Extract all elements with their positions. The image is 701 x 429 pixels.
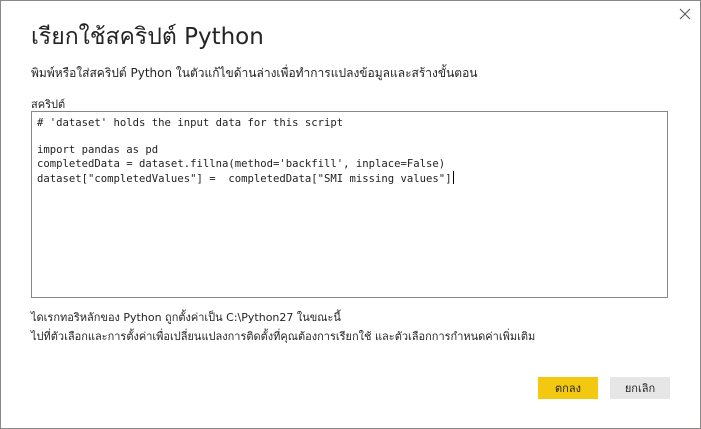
run-python-script-dialog: เรียกใช้สคริปต์ Python พิมพ์หรือใส่สคริป…: [0, 0, 701, 429]
code-line-import: import pandas as pd: [37, 144, 159, 156]
dialog-description: พิมพ์หรือใส่สคริปต์ Python ในตัวแก้ไขด้า…: [31, 66, 478, 80]
close-button[interactable]: [675, 4, 695, 24]
close-icon: [679, 8, 691, 20]
code-line-assign: dataset["completedValues"] = completedDa…: [37, 171, 662, 185]
dialog-title: เรียกใช้สคริปต์ Python: [31, 24, 264, 50]
code-line-fillna: completedData = dataset.fillna(method='b…: [37, 157, 446, 170]
python-home-note: ไดเรกทอริหลักของ Python ถูกตั้งค่าเป็น C…: [31, 311, 341, 324]
code-line-assign-text: dataset["completedValues"] = completedDa…: [37, 173, 452, 185]
code-line-comment: # 'dataset' holds the input data for thi…: [37, 117, 344, 129]
script-editor[interactable]: # 'dataset' holds the input data for thi…: [31, 111, 668, 298]
text-caret: [452, 171, 454, 184]
ok-button[interactable]: ตกลง: [538, 377, 598, 399]
options-hint-note: ไปที่ตัวเลือกและการตั้งค่าเพื่อเปลี่ยนแป…: [31, 330, 536, 343]
cancel-button[interactable]: ยกเลิก: [610, 377, 670, 399]
